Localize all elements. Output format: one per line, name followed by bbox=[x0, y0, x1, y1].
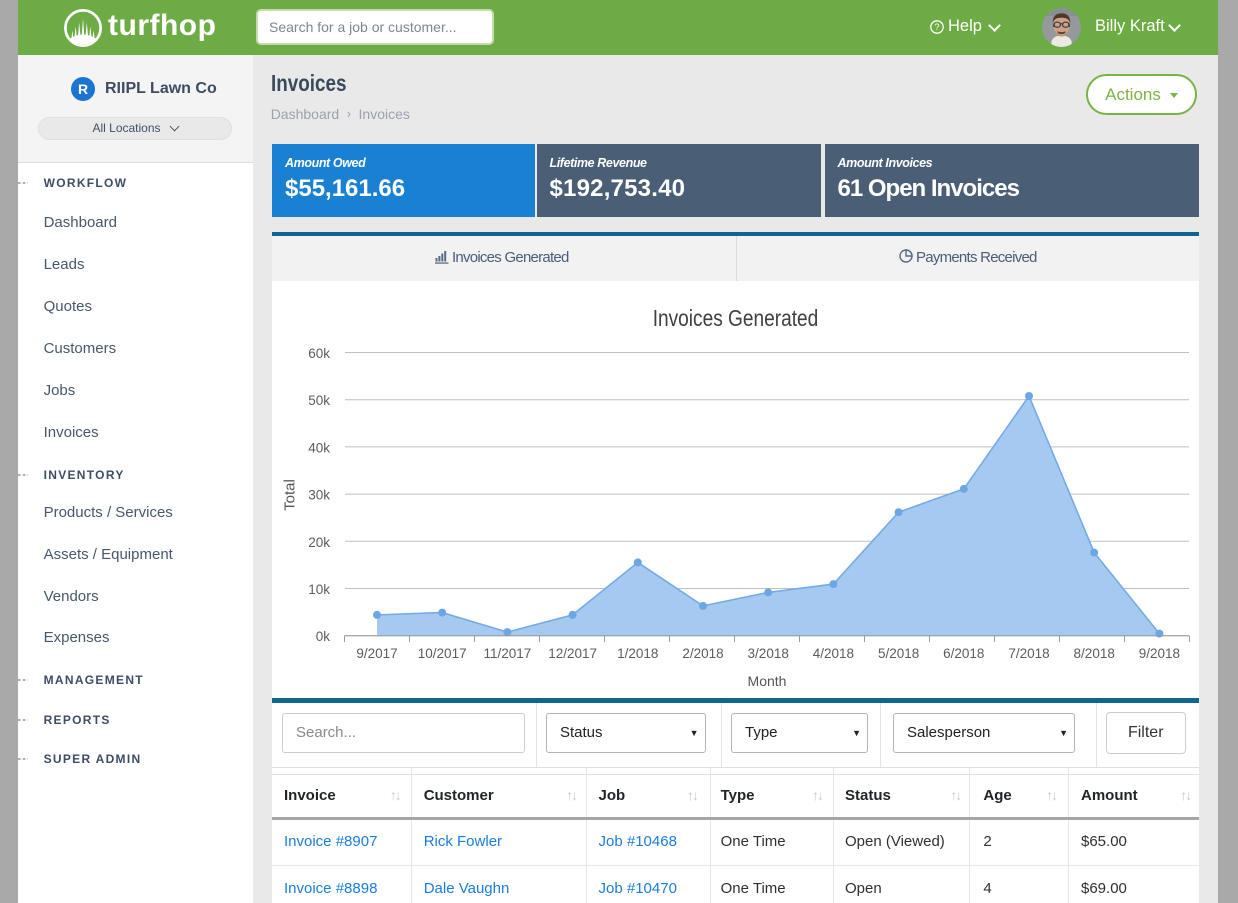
svg-text:30k: 30k bbox=[308, 488, 330, 503]
svg-text:60k: 60k bbox=[308, 346, 330, 361]
svg-text:4/2018: 4/2018 bbox=[813, 646, 854, 661]
svg-text:12/2017: 12/2017 bbox=[548, 646, 597, 661]
svg-text:11/2017: 11/2017 bbox=[483, 646, 531, 661]
svg-text:10/2017: 10/2017 bbox=[418, 646, 467, 661]
svg-text:50k: 50k bbox=[308, 393, 330, 408]
svg-text:?: ? bbox=[934, 22, 939, 32]
svg-text:8/2018: 8/2018 bbox=[1074, 646, 1115, 661]
svg-text:Total: Total bbox=[282, 479, 299, 511]
svg-text:10k: 10k bbox=[308, 582, 330, 597]
svg-text:6/2018: 6/2018 bbox=[943, 646, 984, 661]
svg-text:0k: 0k bbox=[316, 629, 331, 644]
svg-text:20k: 20k bbox=[308, 535, 330, 550]
svg-text:1/2018: 1/2018 bbox=[617, 646, 658, 661]
svg-text:2/2018: 2/2018 bbox=[682, 646, 723, 661]
svg-text:Month: Month bbox=[748, 673, 787, 689]
svg-text:9/2018: 9/2018 bbox=[1139, 646, 1180, 661]
svg-text:9/2017: 9/2017 bbox=[356, 646, 397, 661]
svg-text:5/2018: 5/2018 bbox=[878, 646, 919, 661]
svg-text:40k: 40k bbox=[308, 440, 330, 455]
svg-text:7/2018: 7/2018 bbox=[1008, 646, 1049, 661]
svg-text:3/2018: 3/2018 bbox=[748, 646, 789, 661]
